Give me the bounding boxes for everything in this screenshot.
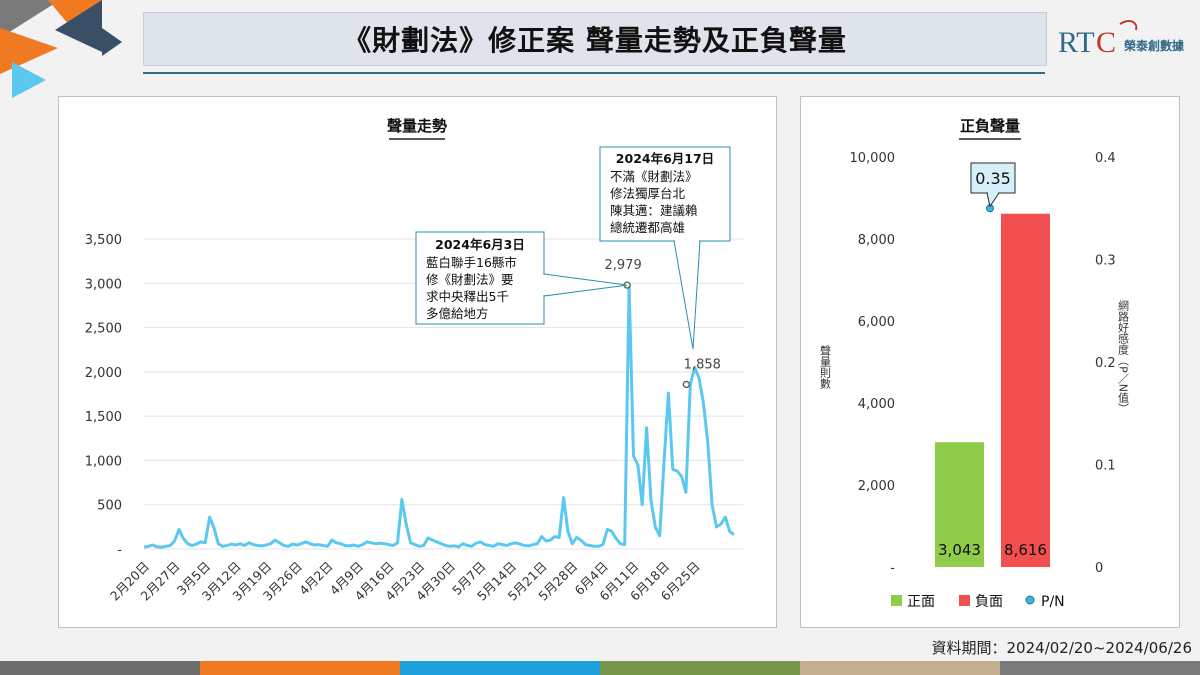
- y-tick-label: 8,000: [858, 233, 895, 248]
- y2-tick-label: 0.3: [1095, 254, 1116, 269]
- chart-title: 正負聲量: [960, 117, 1020, 135]
- callout-pointer: [543, 273, 628, 297]
- callout-text: 陳其邁：建議賴: [610, 203, 698, 218]
- title-underline: [143, 72, 1045, 74]
- callout-text: 修《財劃法》要: [426, 272, 514, 287]
- sentiment-volume-panel: 正負聲量 - 2,000 4,000 6,000 8,000 10,000 0 0.1 0.2 0.…: [800, 96, 1180, 628]
- chart-title: 聲量走勢: [387, 117, 447, 135]
- callout-text: 總統遷都高雄: [610, 220, 685, 235]
- data-period: 資料期間：2024/02/20~2024/06/26: [931, 639, 1192, 657]
- callout-text: 多億給地方: [426, 306, 489, 321]
- data-label: 1,858: [684, 357, 721, 372]
- bottom-bar-segment: [800, 661, 1000, 675]
- y-tick-label: 1,500: [85, 410, 122, 425]
- callout-title: 2024年6月3日: [435, 237, 525, 252]
- y-tick-label: 2,000: [858, 479, 895, 494]
- svg-text:C: C: [1096, 26, 1116, 59]
- bottom-bar-segment: [600, 661, 800, 675]
- callout-text: 求中央釋出5千: [426, 289, 509, 304]
- svg-text:RT: RT: [1058, 26, 1095, 59]
- y-tick-label: 2,000: [85, 366, 122, 381]
- y-tick-label: 10,000: [850, 151, 896, 166]
- bottom-bar-segment: [1000, 661, 1200, 675]
- y-tick-label: 4,000: [858, 397, 895, 412]
- y-tick-label: 6,000: [858, 315, 895, 330]
- legend-label: P/N: [1041, 594, 1065, 610]
- bottom-bar-segment: [200, 661, 400, 675]
- legend-label: 負面: [975, 594, 1003, 610]
- legend-swatch: [959, 595, 970, 606]
- bottom-bar-segment: [400, 661, 600, 675]
- legend-swatch: [1025, 595, 1035, 605]
- pn-value-label: 0.35: [975, 169, 1011, 188]
- y2-tick-label: 0.4: [1095, 151, 1116, 166]
- bar-value-label: 3,043: [938, 541, 981, 559]
- company-logo: RT C 榮泰創數據: [1058, 14, 1198, 64]
- sentiment-volume-chart: 正負聲量 - 2,000 4,000 6,000 8,000 10,000 0 0.1 0.2 0.…: [819, 117, 1130, 610]
- y-tick-label: 3,000: [85, 277, 122, 292]
- y-tick-label: 2,500: [85, 322, 122, 337]
- callout-mask: [675, 240, 699, 242]
- callout-title: 2024年6月17日: [616, 151, 714, 166]
- y-tick-label: -: [117, 543, 122, 558]
- annotated-point: [682, 380, 690, 389]
- y-tick-label: 3,500: [85, 233, 122, 248]
- x-tick-label: 4月2日: [296, 559, 336, 599]
- corner-decoration: [0, 0, 122, 98]
- page-title: 《財劃法》修正案 聲量走勢及正負聲量: [343, 24, 847, 57]
- legend-swatch: [891, 595, 902, 606]
- callout-pointer: [673, 240, 701, 350]
- svg-text:榮泰創數據: 榮泰創數據: [1124, 38, 1185, 53]
- pn-pointer: [986, 192, 1000, 208]
- y-tick-label: -: [890, 561, 895, 576]
- bar-negative: [1001, 213, 1050, 567]
- y2-tick-label: 0: [1095, 561, 1103, 576]
- y2-tick-label: 0.1: [1095, 459, 1116, 474]
- y-tick-label: 1,000: [85, 454, 122, 469]
- bottom-color-bar: [0, 661, 1200, 675]
- title-bar: 《財劃法》修正案 聲量走勢及正負聲量: [143, 12, 1047, 66]
- callout-text: 修法獨厚台北: [610, 186, 686, 201]
- callout-mask: [543, 275, 545, 295]
- y2-tick-label: 0.2: [1095, 356, 1116, 371]
- y2-axis-label: 網路好感度（P／N值）: [1117, 299, 1130, 414]
- callout-text: 藍白聯手16縣市: [426, 255, 517, 270]
- data-label: 2,979: [605, 258, 642, 273]
- volume-trend-chart: 聲量走勢-5001,0001,5002,0002,5003,0003,5002月…: [85, 117, 744, 604]
- bar-value-label: 8,616: [1004, 541, 1047, 559]
- pn-label-mask: [988, 192, 998, 194]
- volume-trend-panel: 聲量走勢 -500 1,000 1,500 2,000 2,500 3,000 3,500 2月…: [58, 96, 777, 628]
- y-axis-label: 聲量則數: [819, 344, 832, 390]
- bottom-bar-segment: [0, 661, 200, 675]
- legend-label: 正面: [907, 594, 935, 610]
- callout-text: 不滿《財劃法》: [610, 169, 698, 184]
- y-tick-label: 500: [97, 499, 122, 514]
